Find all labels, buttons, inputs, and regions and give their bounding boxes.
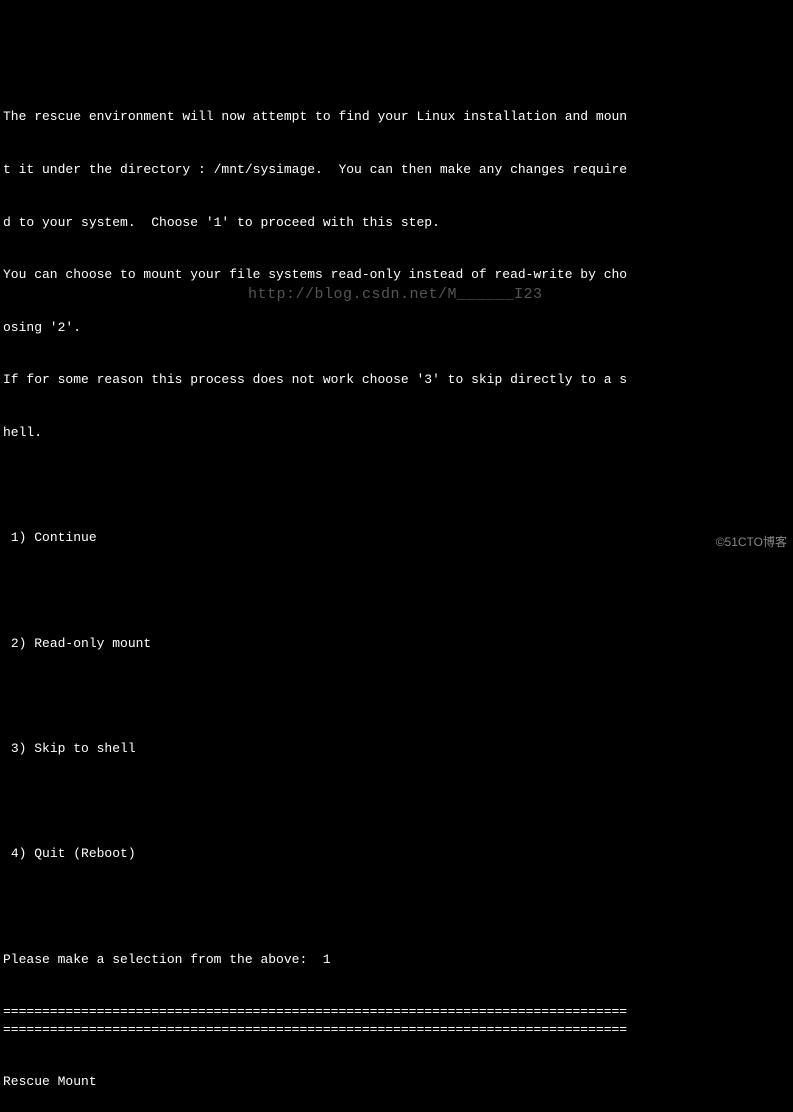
menu-option-skip: 3) Skip to shell [3,740,793,758]
intro-line: If for some reason this process does not… [3,371,793,389]
intro-line: The rescue environment will now attempt … [3,108,793,126]
intro-line: osing '2'. [3,319,793,337]
rescue-header: Rescue Mount [3,1073,793,1091]
terminal-output: The rescue environment will now attempt … [3,73,793,1112]
separator: ========================================… [3,1003,793,1038]
blank-line [3,898,793,916]
intro-line: hell. [3,424,793,442]
intro-line: t it under the directory : /mnt/sysimage… [3,161,793,179]
selection-prompt: Please make a selection from the above: … [3,951,793,969]
blank-line [3,477,793,495]
intro-line: d to your system. Choose '1' to proceed … [3,214,793,232]
intro-line: You can choose to mount your file system… [3,266,793,284]
blank-line [3,687,793,705]
menu-option-continue: 1) Continue [3,529,793,547]
blank-line [3,582,793,600]
blank-line [3,793,793,811]
menu-option-readonly: 2) Read-only mount [3,635,793,653]
menu-option-quit: 4) Quit (Reboot) [3,845,793,863]
